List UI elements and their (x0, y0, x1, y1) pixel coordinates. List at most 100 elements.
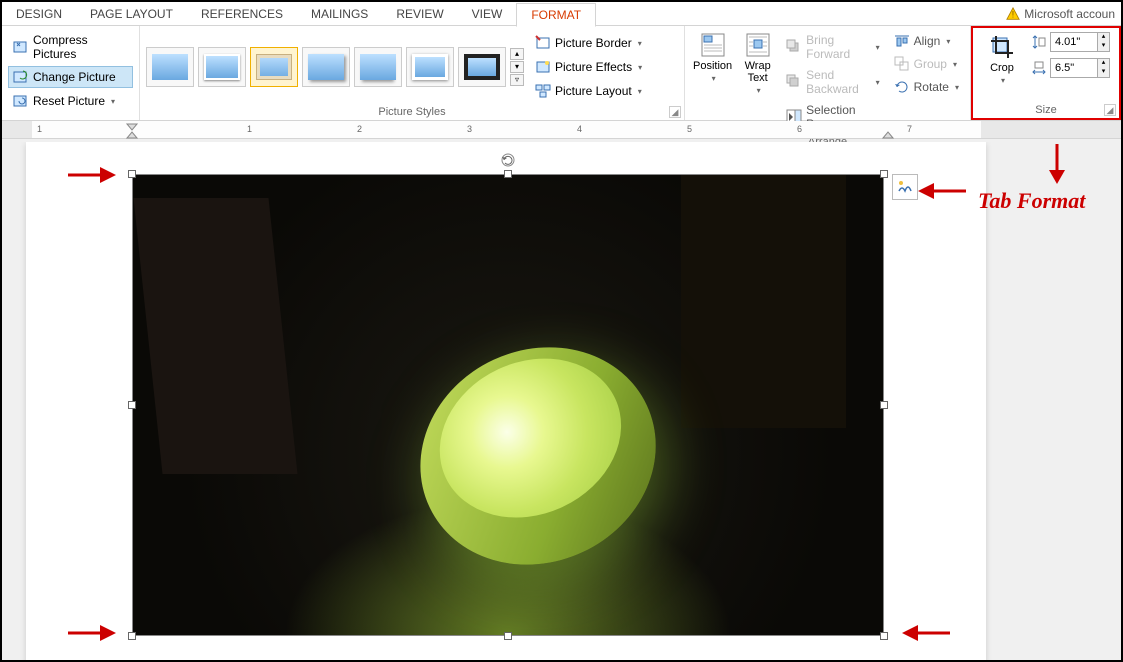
layout-options-icon (896, 178, 914, 196)
bring-forward-label: Bring Forward (806, 33, 869, 61)
chevron-down-icon[interactable]: ▾ (638, 87, 642, 96)
style-thumb-1[interactable] (146, 47, 194, 87)
gallery-up-icon[interactable]: ▴ (510, 48, 524, 60)
chevron-down-icon[interactable]: ▾ (712, 74, 716, 83)
spin-up-icon[interactable]: ▴ (1097, 33, 1109, 42)
resize-handle-tr[interactable] (880, 170, 888, 178)
annotation-arrow-right (66, 622, 116, 649)
gallery-down-icon[interactable]: ▾ (510, 61, 524, 73)
group-arrange: Position ▾ Wrap Text ▾ Bring Forward ▾ Se… (685, 26, 971, 120)
resize-handle-bm[interactable] (504, 632, 512, 640)
group-picture-styles: ▴ ▾ ▿ Picture Border ▾ Picture Effects▾ P… (140, 26, 685, 120)
annotation-arrow-left (918, 180, 968, 207)
account-area[interactable]: ! Microsoft accoun (1006, 7, 1121, 21)
wrap-text-icon (745, 32, 771, 58)
rotate-handle[interactable] (500, 152, 516, 168)
resize-handle-br[interactable] (880, 632, 888, 640)
resize-handle-tm[interactable] (504, 170, 512, 178)
height-row: ▴▾ (1031, 32, 1110, 52)
compress-pictures-button[interactable]: Compress Pictures (8, 30, 133, 64)
tab-design[interactable]: DESIGN (2, 3, 76, 25)
chevron-down-icon[interactable]: ▾ (111, 97, 115, 106)
tab-review[interactable]: REVIEW (382, 3, 457, 25)
height-field[interactable] (1051, 33, 1097, 51)
height-input[interactable]: ▴▾ (1050, 32, 1110, 52)
reset-picture-button[interactable]: Reset Picture ▾ (8, 90, 133, 112)
resize-handle-rm[interactable] (880, 401, 888, 409)
picture-border-button[interactable]: Picture Border ▾ (530, 32, 647, 54)
account-label: Microsoft accoun (1024, 7, 1115, 21)
size-dialog-launcher[interactable]: ◢ (1104, 104, 1116, 116)
reset-picture-label: Reset Picture (33, 94, 105, 108)
align-icon (894, 33, 910, 49)
width-field[interactable] (1051, 59, 1097, 77)
resize-handle-bl[interactable] (128, 632, 136, 640)
layout-options-button[interactable] (892, 174, 918, 200)
style-thumb-4[interactable] (302, 47, 350, 87)
align-button[interactable]: Align▾ (889, 30, 964, 52)
wrap-text-label: Wrap Text (740, 60, 775, 84)
ribbon: Compress Pictures Change Picture Reset P… (2, 26, 1121, 121)
crop-label: Crop (990, 62, 1014, 74)
annotation-arrow-left (902, 622, 952, 649)
picture-effects-button[interactable]: Picture Effects▾ (530, 56, 647, 78)
group-picture-styles-label: Picture Styles (146, 104, 678, 118)
tab-page-layout[interactable]: PAGE LAYOUT (76, 3, 187, 25)
change-picture-button[interactable]: Change Picture (8, 66, 133, 88)
tab-references[interactable]: REFERENCES (187, 3, 297, 25)
rotate-button[interactable]: Rotate▾ (889, 76, 964, 98)
style-thumb-6[interactable] (406, 47, 454, 87)
selected-picture[interactable] (132, 174, 884, 636)
style-thumb-7[interactable] (458, 47, 506, 87)
spin-down-icon[interactable]: ▾ (1097, 68, 1109, 77)
picture-styles-gallery[interactable]: ▴ ▾ ▿ (146, 47, 524, 87)
style-thumb-3[interactable] (250, 47, 298, 87)
chevron-down-icon[interactable]: ▾ (946, 37, 950, 46)
chevron-down-icon[interactable]: ▾ (757, 86, 761, 95)
tab-mailings[interactable]: MAILINGS (297, 3, 382, 25)
indent-marker-left[interactable] (126, 123, 138, 139)
chevron-down-icon[interactable]: ▾ (638, 39, 642, 48)
chevron-down-icon[interactable]: ▾ (638, 63, 642, 72)
position-icon (700, 32, 726, 58)
picture-border-label: Picture Border (555, 36, 632, 50)
wrap-text-button[interactable]: Wrap Text ▾ (738, 30, 777, 97)
position-button[interactable]: Position ▾ (691, 30, 734, 85)
picture-layout-button[interactable]: Picture Layout ▾ (530, 80, 647, 102)
chevron-down-icon[interactable]: ▾ (953, 60, 957, 69)
tab-format[interactable]: FORMAT (516, 3, 596, 27)
spin-up-icon[interactable]: ▴ (1097, 59, 1109, 68)
horizontal-ruler[interactable]: 1 1 2 3 4 5 6 7 (2, 121, 1121, 139)
rotate-icon (894, 79, 910, 95)
chevron-down-icon[interactable]: ▾ (1001, 76, 1005, 85)
style-thumb-2[interactable] (198, 47, 246, 87)
bring-forward-button[interactable]: Bring Forward ▾ (781, 30, 884, 64)
page (26, 142, 986, 660)
indent-marker-right[interactable] (882, 123, 894, 139)
gallery-expand-icon[interactable]: ▿ (510, 74, 524, 86)
width-input[interactable]: ▴▾ (1050, 58, 1110, 78)
style-thumb-5[interactable] (354, 47, 402, 87)
tab-view[interactable]: VIEW (458, 3, 517, 25)
ruler-num-2: 2 (357, 124, 362, 134)
bring-forward-icon (786, 39, 802, 55)
resize-handle-lm[interactable] (128, 401, 136, 409)
ruler-num-1: 1 (247, 124, 252, 134)
group-label: Group (914, 57, 947, 71)
chevron-down-icon[interactable]: ▾ (955, 83, 959, 92)
ruler-num-7: 7 (907, 124, 912, 134)
picture-layout-label: Picture Layout (555, 84, 632, 98)
gallery-more[interactable]: ▴ ▾ ▿ (510, 48, 524, 86)
crop-button[interactable]: Crop ▾ (979, 32, 1025, 87)
resize-handle-tl[interactable] (128, 170, 136, 178)
document-area[interactable] (2, 142, 1121, 660)
send-backward-label: Send Backward (806, 68, 869, 96)
group-button[interactable]: Group ▾ (889, 53, 964, 75)
chevron-down-icon[interactable]: ▾ (876, 78, 880, 87)
chevron-down-icon[interactable]: ▾ (876, 43, 880, 52)
position-label: Position (693, 60, 732, 72)
spin-down-icon[interactable]: ▾ (1097, 42, 1109, 51)
group-size: Crop ▾ ▴▾ ▴▾ (971, 26, 1121, 120)
picture-styles-dialog-launcher[interactable]: ◢ (669, 106, 681, 118)
send-backward-button[interactable]: Send Backward ▾ (781, 65, 884, 99)
